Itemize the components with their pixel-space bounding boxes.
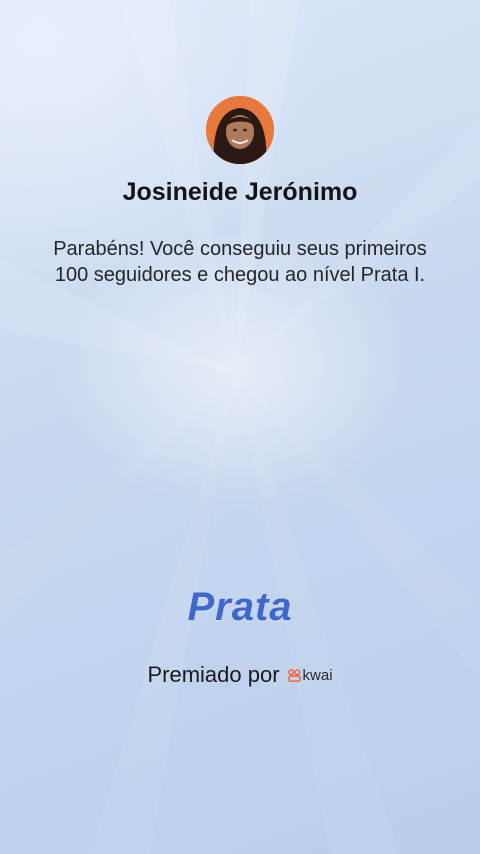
award-line: Premiado por kwai bbox=[0, 662, 480, 688]
level-title: Prata bbox=[187, 585, 293, 629]
kwai-brand-name: kwai bbox=[302, 666, 333, 684]
user-avatar-photo bbox=[206, 96, 274, 164]
awarded-by-label: Premiado por bbox=[147, 662, 280, 687]
achievement-message: Parabéns! Você conseguiu seus primeiros … bbox=[53, 238, 427, 286]
kwai-brand: kwai bbox=[287, 666, 333, 684]
kwai-logo-icon bbox=[287, 668, 301, 682]
user-name: Josineide Jerónimo bbox=[122, 178, 358, 206]
user-avatar[interactable] bbox=[206, 96, 274, 164]
achievement-screen: Josineide Jerónimo Parabéns! Você conseg… bbox=[0, 0, 480, 854]
